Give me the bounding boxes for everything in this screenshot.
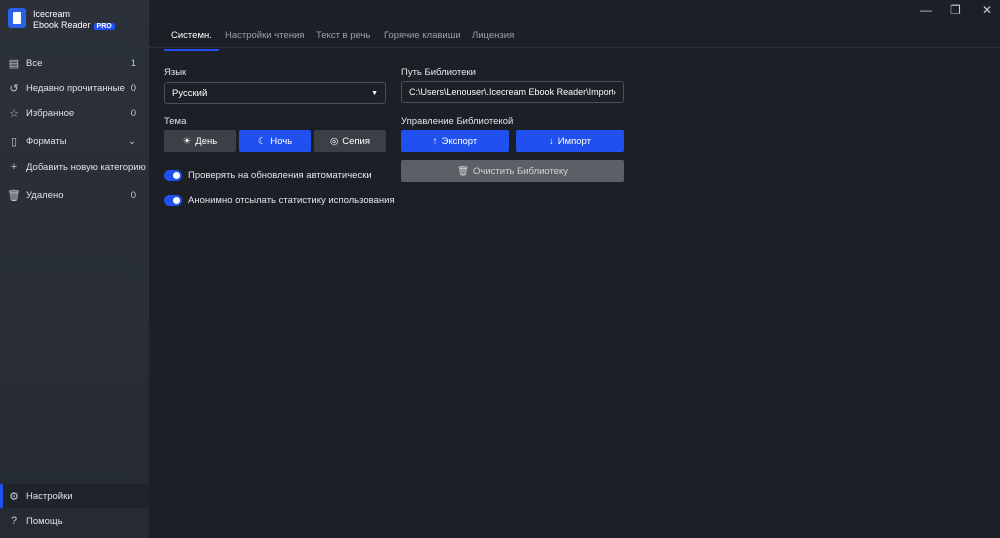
label: Избранное xyxy=(26,107,75,119)
app-name: Icecream xyxy=(33,9,71,19)
language-select[interactable]: Русский ▼ xyxy=(164,82,386,104)
arrow-down-icon: ↓ xyxy=(549,135,554,147)
pro-badge: PRO xyxy=(93,23,115,30)
import-button[interactable]: ↓ Импорт xyxy=(516,130,624,152)
sidebar-item-recent[interactable]: ↺ Недавно прочитанные 0 xyxy=(0,76,149,100)
label: Добавить новую категорию xyxy=(26,161,146,173)
chevron-down-icon[interactable]: ⌄ xyxy=(128,136,136,147)
app-name-2: Ebook Reader xyxy=(33,20,91,30)
label: Импорт xyxy=(557,135,591,147)
sidebar-item-formats[interactable]: ▯ Форматы ⌄ xyxy=(0,129,149,153)
file-icon: ▯ xyxy=(10,135,18,148)
moon-icon: ☾ xyxy=(257,135,267,147)
sidebar-item-deleted[interactable]: 🗑 Удалено 0 xyxy=(0,183,149,207)
tab-license[interactable]: Лицензия xyxy=(472,30,514,41)
label: Удалено xyxy=(26,189,64,201)
label: Ночь xyxy=(270,135,293,147)
language-label: Язык xyxy=(164,67,187,78)
label: Форматы xyxy=(26,135,67,147)
arrow-up-icon: ↑ xyxy=(432,135,438,147)
count: 0 xyxy=(130,82,136,94)
sidebar-item-add-category[interactable]: + Добавить новую категорию xyxy=(0,155,149,179)
auto-update-toggle[interactable] xyxy=(164,170,182,181)
settings-tabs: Системн. Настройки чтения Текст в речь Г… xyxy=(149,22,1000,51)
export-button[interactable]: ↑ Экспорт xyxy=(401,130,509,152)
label: Помощь xyxy=(26,515,63,527)
maximize-button[interactable]: ❐ xyxy=(950,3,961,17)
theme-night-button[interactable]: ☾ Ночь xyxy=(239,130,311,152)
tab-reading[interactable]: Настройки чтения xyxy=(225,30,304,41)
plus-icon: + xyxy=(10,161,18,173)
sun-icon: ☀ xyxy=(182,135,192,147)
stats-toggle[interactable] xyxy=(164,195,182,206)
app-logo-icon xyxy=(8,8,26,28)
label: Недавно прочитанные xyxy=(26,82,125,94)
sidebar-item-settings[interactable]: ⚙ Настройки xyxy=(0,484,149,508)
tab-tts[interactable]: Текст в речь xyxy=(316,30,370,41)
theme-sepia-button[interactable]: ◎ Сепия xyxy=(314,130,386,152)
book-icon: ▤ xyxy=(8,57,20,70)
count: 0 xyxy=(130,107,136,119)
minimize-button[interactable]: — xyxy=(920,3,932,17)
count: 1 xyxy=(130,57,136,69)
trash-icon: 🗑 xyxy=(456,165,470,177)
sepia-icon: ◎ xyxy=(329,135,339,147)
library-path-field[interactable]: C:\Users\Lenouser\.Icecream Ebook Reader… xyxy=(401,81,624,103)
sidebar-item-all[interactable]: ▤ Все 1 xyxy=(0,51,149,75)
trash-icon: 🗑 xyxy=(7,189,21,202)
library-path-label: Путь Библиотеки xyxy=(401,67,476,78)
sidebar-item-favorites[interactable]: ☆ Избранное 0 xyxy=(0,101,149,125)
help-icon: ? xyxy=(10,515,18,527)
library-path-value: C:\Users\Lenouser\.Icecream Ebook Reader… xyxy=(409,87,613,97)
star-icon: ☆ xyxy=(9,107,19,120)
app-brand: Icecream Ebook Reader PRO xyxy=(33,9,115,32)
tab-system[interactable]: Системн. xyxy=(164,30,219,51)
label: Сепия xyxy=(342,135,371,147)
theme-label: Тема xyxy=(164,116,187,127)
theme-day-button[interactable]: ☀ День xyxy=(164,130,236,152)
count: 0 xyxy=(130,189,136,201)
history-icon: ↺ xyxy=(9,82,19,95)
tab-hotkeys[interactable]: Горячие клавиши xyxy=(384,30,461,41)
label: Экспорт xyxy=(441,135,478,147)
gear-icon: ⚙ xyxy=(9,490,19,503)
caret-down-icon: ▼ xyxy=(371,89,378,97)
clear-library-button[interactable]: 🗑 Очистить Библиотеку xyxy=(401,160,624,182)
auto-update-label: Проверять на обновления автоматически xyxy=(188,170,372,181)
label: День xyxy=(195,135,218,147)
label: Очистить Библиотеку xyxy=(473,165,569,177)
stats-label: Анонимно отсылать статистику использован… xyxy=(188,195,395,206)
sidebar-item-help[interactable]: ? Помощь xyxy=(0,509,149,533)
library-mgmt-label: Управление Библиотекой xyxy=(401,116,514,127)
sidebar: Icecream Ebook Reader PRO ▤ Все 1 ↺ Недавно … xyxy=(0,0,149,538)
label: Настройки xyxy=(26,490,73,502)
chevron-right-icon: › xyxy=(613,87,616,97)
label: Все xyxy=(26,57,43,69)
close-button[interactable]: ✕ xyxy=(982,3,992,17)
language-value: Русский xyxy=(172,87,208,99)
